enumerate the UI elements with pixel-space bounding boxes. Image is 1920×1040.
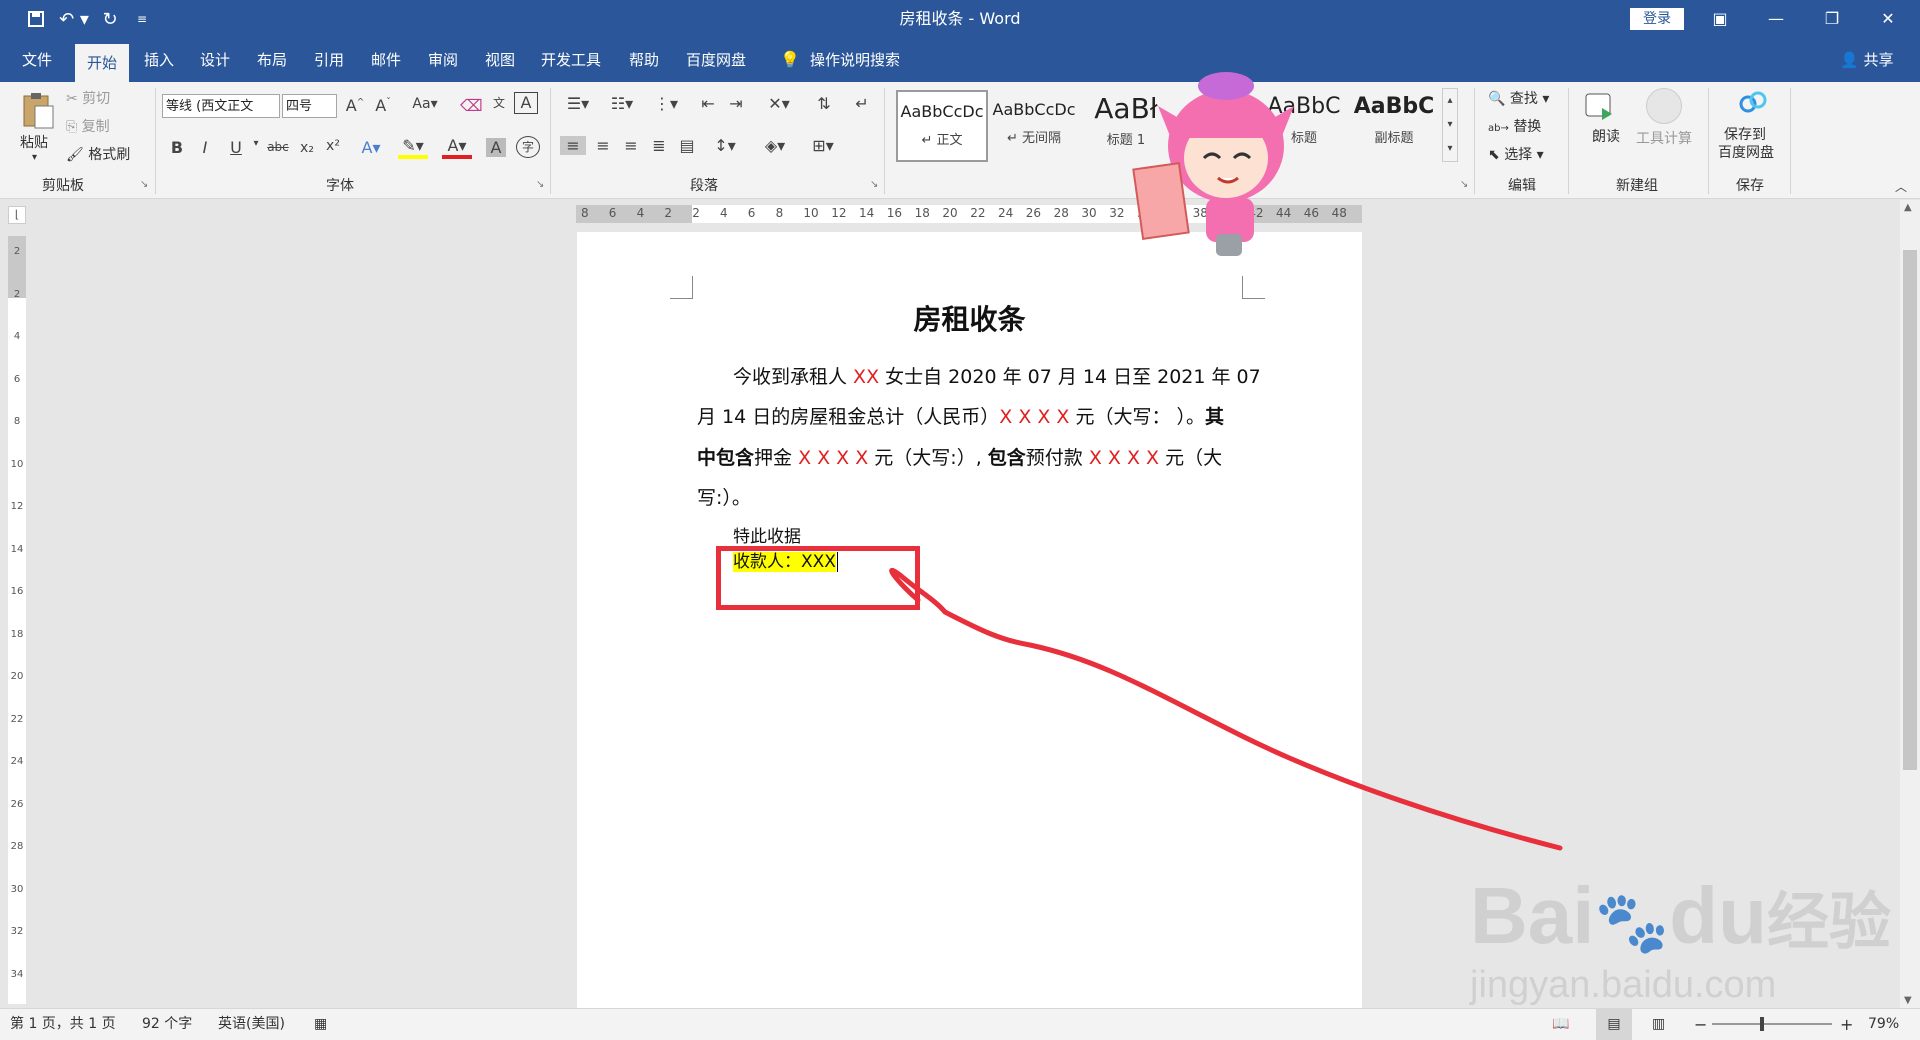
watermark-brand-part2: du [1669, 871, 1767, 960]
paw-icon: 🐾 [1594, 889, 1670, 956]
zoom-slider-thumb[interactable] [1760, 1017, 1764, 1031]
zoom-out-button[interactable]: − [1694, 1009, 1707, 1040]
read-mode-icon[interactable]: 📖 [1552, 1009, 1569, 1040]
zoom-level[interactable]: 79% [1868, 1009, 1899, 1040]
zoom-in-button[interactable]: + [1840, 1009, 1853, 1040]
web-layout-icon[interactable]: ▥ [1652, 1009, 1665, 1040]
word-count[interactable]: 92 个字 [142, 1009, 192, 1040]
status-bar: 第 1 页，共 1 页 92 个字 英语(美国) ▦ 📖 ▤ ▥ − + 79% [0, 1008, 1920, 1040]
watermark-brand-part1: Bai [1470, 871, 1595, 960]
watermark-brand: Bai🐾du经验 [1470, 870, 1891, 962]
language[interactable]: 英语(美国) [218, 1009, 285, 1040]
zoom-slider[interactable] [1712, 1023, 1832, 1025]
scrollbar-thumb[interactable] [1903, 250, 1917, 770]
mascot-sticker-icon [1132, 72, 1294, 256]
watermark-url: jingyan.baidu.com [1470, 964, 1777, 1006]
print-layout-icon[interactable]: ▤ [1596, 1009, 1632, 1040]
scroll-up-icon[interactable]: ▲ [1904, 202, 1912, 213]
page-count[interactable]: 第 1 页，共 1 页 [10, 1009, 116, 1040]
macro-record-icon[interactable]: ▦ [314, 1009, 327, 1040]
watermark-cn: 经验 [1766, 888, 1891, 957]
baidu-jingyan-watermark: Bai🐾du经验 jingyan.baidu.com [1470, 830, 1910, 1010]
